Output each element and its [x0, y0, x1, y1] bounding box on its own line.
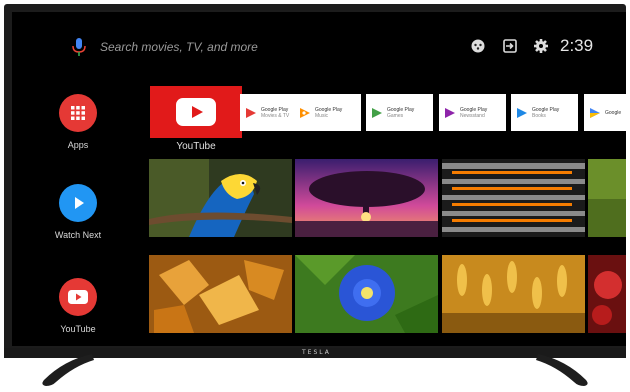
youtube-icon — [59, 278, 97, 316]
app-tile-subtitle: Music — [315, 112, 329, 119]
tv-stand-right — [536, 354, 588, 386]
app-tile-play-games[interactable]: Google Play Games — [366, 94, 433, 131]
tesla-brand-logo: TESLA — [302, 349, 331, 356]
google-play-icon — [590, 107, 600, 118]
app-tile-play-music[interactable]: Google Play Music — [294, 94, 361, 131]
rail-label-youtube: YouTube — [60, 324, 96, 334]
thumbnail-autumn-leaves[interactable] — [149, 255, 292, 333]
app-tile-play-newsstand[interactable]: Google Play Newsstand — [439, 94, 506, 131]
tv-screen: Search movies, TV, and more 2:39 Apps Wa… — [12, 12, 626, 346]
play-icon — [59, 184, 97, 222]
app-tile-subtitle: Movies & TV — [261, 112, 290, 119]
app-tile-subtitle: Games — [387, 112, 404, 119]
settings-gear-icon[interactable] — [533, 38, 549, 54]
rail-item-apps[interactable]: Apps — [48, 94, 108, 150]
app-tile-title: Google Play — [261, 106, 289, 113]
app-tile-title: Google Play — [532, 106, 560, 113]
rail-item-watch-next[interactable]: Watch Next — [48, 184, 108, 240]
rail-label-watch-next: Watch Next — [54, 230, 102, 240]
play-music-icon — [300, 107, 310, 118]
youtube-app-label: YouTube — [176, 141, 216, 152]
thumbnail-blue-flower[interactable] — [295, 255, 438, 333]
youtube-logo-icon — [176, 98, 216, 126]
app-tile-play-books[interactable]: Google Play Books — [511, 94, 578, 131]
thumbnail-green[interactable] — [588, 159, 626, 237]
thumbnail-wheat-field[interactable] — [442, 255, 585, 333]
search-input[interactable]: Search movies, TV, and more — [100, 40, 258, 54]
app-tile-title: Google Play — [315, 106, 343, 113]
youtube-app-tile[interactable] — [150, 86, 242, 138]
connectivity-icon[interactable] — [470, 38, 486, 54]
thumbnail-building[interactable] — [442, 159, 585, 237]
play-movies-icon — [246, 107, 256, 118]
microphone-icon[interactable] — [70, 36, 88, 58]
thumbnail-red-flower[interactable] — [588, 255, 626, 333]
play-games-icon — [372, 107, 382, 118]
play-newsstand-icon — [445, 107, 455, 118]
thumbnail-tree-sunset[interactable] — [295, 159, 438, 237]
app-tile-subtitle: Books — [532, 112, 546, 119]
app-tile-title: Google — [605, 109, 622, 116]
app-tile-subtitle: Newsstand — [460, 112, 485, 119]
app-tile-title: Google Play — [387, 106, 415, 113]
app-tile-title: Google Play — [460, 106, 488, 113]
app-tile-google[interactable]: Google — [584, 94, 626, 131]
apps-grid-icon — [59, 94, 97, 132]
tv-stand-left — [42, 354, 94, 386]
thumbnail-parrot[interactable] — [149, 159, 292, 237]
clock: 2:39 — [560, 36, 594, 55]
rail-item-youtube[interactable]: YouTube — [48, 278, 108, 334]
rail-label-apps: Apps — [67, 140, 89, 150]
play-books-icon — [517, 107, 527, 118]
input-source-icon[interactable] — [502, 38, 518, 54]
